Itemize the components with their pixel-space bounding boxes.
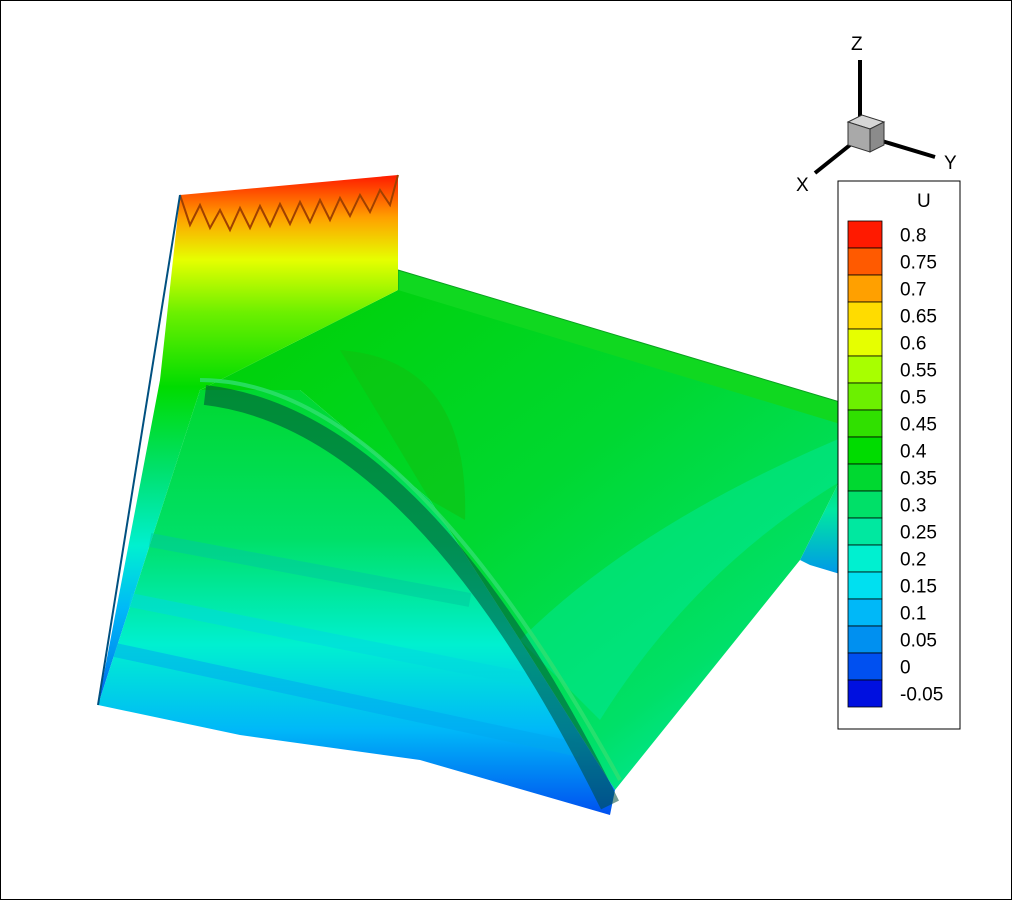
legend-label: 0.4	[900, 442, 927, 463]
legend-label: 0.35	[900, 469, 937, 490]
legend-label: 0.45	[900, 415, 937, 436]
axis-triad: Z Y X	[796, 34, 957, 196]
legend-swatch	[847, 436, 883, 465]
legend-label: 0.25	[900, 523, 937, 544]
x-axis-line	[813, 143, 852, 175]
legend-swatch	[847, 328, 883, 357]
legend-swatch	[847, 517, 883, 546]
legend-swatch	[847, 652, 883, 681]
legend-label: 0.5	[900, 388, 926, 409]
legend-swatch	[847, 490, 883, 519]
legend-label: 0.3	[900, 496, 926, 517]
legend-label: 0.05	[900, 631, 937, 652]
legend-swatch	[847, 463, 883, 492]
contour-plot: Z Y X U 0.8 0.75 0.7 0.65 0.6 0.55 0.5 0.45 0.4 0…	[97, 34, 961, 815]
legend-swatch	[847, 625, 883, 654]
legend-label: 0.65	[900, 307, 937, 328]
legend-swatch	[847, 274, 883, 303]
legend-label: 0.6	[900, 334, 926, 355]
legend-label: 0.7	[900, 280, 926, 301]
legend-swatch	[847, 301, 883, 330]
legend-label: 0.8	[900, 226, 926, 247]
legend-swatch	[847, 544, 883, 573]
legend-label: 0.2	[900, 550, 926, 571]
legend-swatch	[847, 355, 883, 384]
legend-label: 0.55	[900, 361, 937, 382]
contour-surface	[97, 174, 861, 815]
legend-swatch	[847, 571, 883, 600]
legend-label: 0.75	[900, 253, 937, 274]
y-axis-label: Y	[944, 153, 957, 174]
legend-swatch	[847, 220, 883, 249]
legend-label: -0.05	[900, 685, 943, 706]
legend-swatch	[847, 598, 883, 627]
legend-swatch	[847, 247, 883, 276]
legend-swatch	[847, 409, 883, 438]
z-axis-label: Z	[851, 34, 863, 55]
legend: U 0.8 0.75 0.7 0.65 0.6 0.55 0.5 0.45 0.4 0.35 0.3…	[837, 180, 961, 730]
legend-title: U	[917, 191, 931, 212]
legend-label: 0.1	[900, 604, 926, 625]
x-axis-label: X	[796, 175, 809, 196]
legend-label: 0	[900, 658, 911, 679]
legend-label: 0.15	[900, 577, 937, 598]
legend-swatch	[847, 679, 883, 708]
legend-swatch	[847, 382, 883, 411]
